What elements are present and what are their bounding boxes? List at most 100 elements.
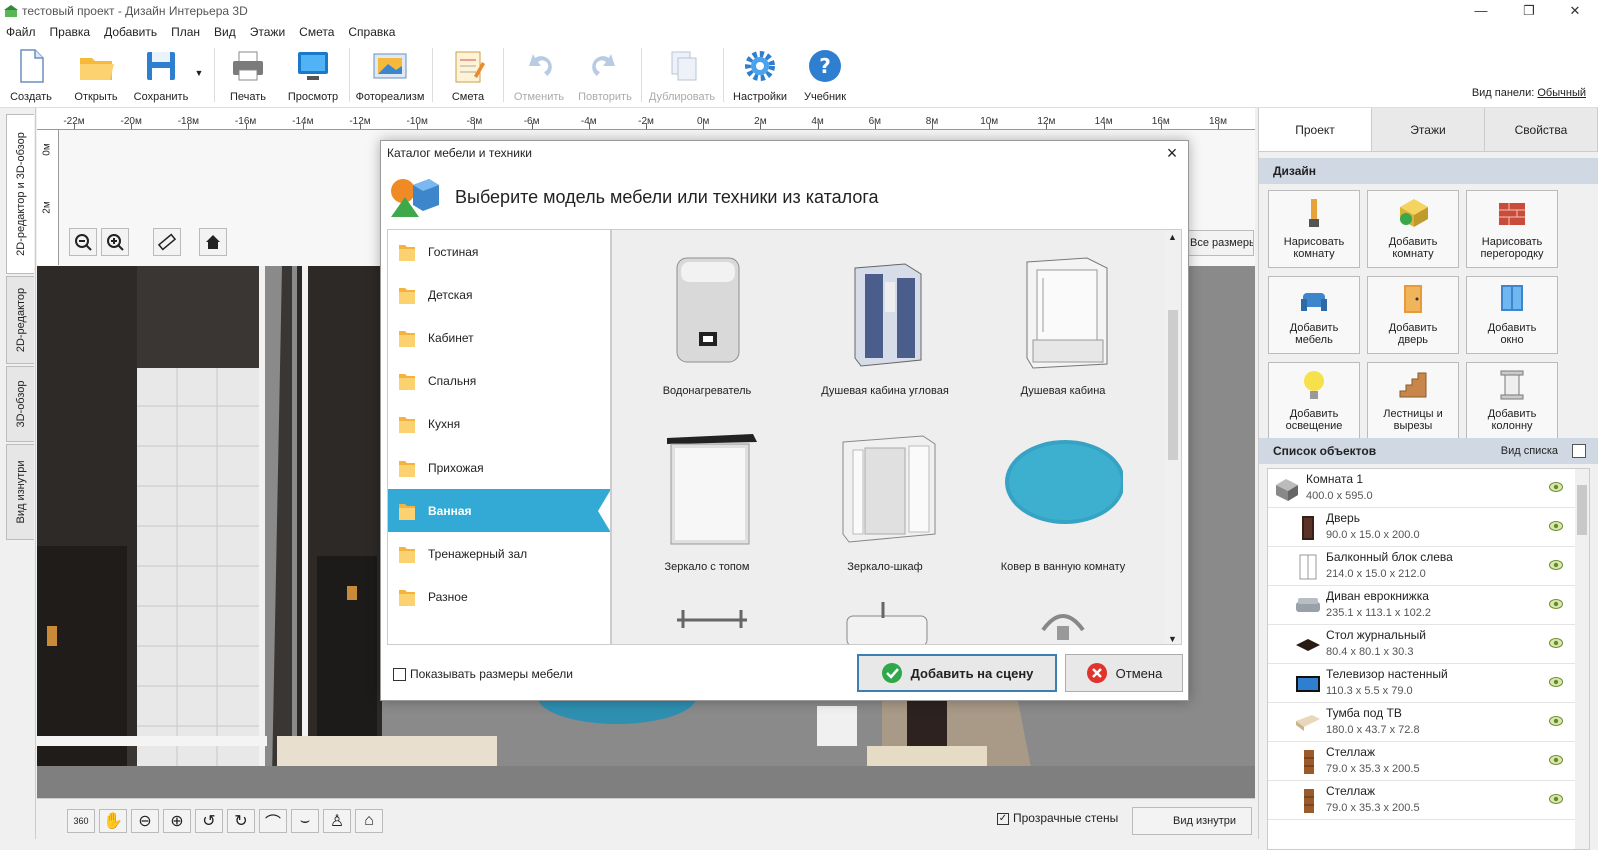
print-button[interactable]: Печать <box>222 46 274 104</box>
tab-2d-3d-editor[interactable]: 2D-редактор и 3D-обзор <box>6 114 34 274</box>
design-button-stairs[interactable]: Лестницы и вырезы <box>1367 362 1459 440</box>
objects-scrollbar[interactable] <box>1575 469 1589 849</box>
rotate-360-button[interactable]: 360 <box>67 809 95 833</box>
object-list-item[interactable]: Дверь 90.0 x 15.0 x 200.0 <box>1268 508 1589 547</box>
eye-icon[interactable] <box>1549 521 1563 531</box>
eye-icon[interactable] <box>1549 677 1563 687</box>
eye-icon[interactable] <box>1549 794 1563 804</box>
scrollbar-thumb[interactable] <box>1577 485 1587 535</box>
minimize-button[interactable]: — <box>1458 0 1504 22</box>
panel-view-link[interactable]: Обычный <box>1537 87 1586 99</box>
zoom-in-3d-button[interactable]: ⊕ <box>163 809 191 833</box>
design-button-window[interactable]: Добавить окно <box>1466 276 1558 354</box>
list-view-link[interactable]: Вид списка <box>1501 438 1558 464</box>
all-sizes-button[interactable]: Все размеры <box>1187 230 1254 256</box>
category-item[interactable]: Гостиная <box>388 230 610 273</box>
save-button[interactable]: Сохранить <box>130 46 192 104</box>
dialog-close-button[interactable]: × <box>1162 143 1182 163</box>
transparent-walls-checkbox[interactable]: ✓ Прозрачные стены <box>997 811 1118 825</box>
view-inside-button[interactable]: Вид изнутри <box>1132 807 1252 835</box>
eye-icon[interactable] <box>1549 638 1563 648</box>
catalog-item-bath-rug[interactable]: Ковер в ванную комнату <box>974 424 1152 600</box>
object-list-item[interactable]: Стеллаж 79.0 x 35.3 x 200.5 <box>1268 742 1589 781</box>
rotate-right-button[interactable]: ↻ <box>227 809 255 833</box>
tab-project[interactable]: Проект <box>1259 108 1372 151</box>
category-item[interactable]: Прихожая <box>388 446 610 489</box>
scrollbar-thumb[interactable] <box>1168 310 1178 460</box>
show-sizes-checkbox[interactable]: Показывать размеры мебели <box>393 667 573 681</box>
zoom-out-button[interactable] <box>69 228 97 256</box>
walk-person-button[interactable]: ♙ <box>323 809 351 833</box>
catalog-item-partial[interactable] <box>974 600 1152 644</box>
design-button-lightbulb[interactable]: Добавить освещение <box>1268 362 1360 440</box>
scroll-up-icon[interactable]: ▲ <box>1168 232 1177 242</box>
menu-view[interactable]: Вид <box>214 25 236 39</box>
settings-button[interactable]: Настройки <box>730 46 790 104</box>
tutorial-button[interactable]: ? Учебник <box>798 46 852 104</box>
catalog-item-mirror-top[interactable]: Зеркало с топом <box>618 424 796 600</box>
catalog-item-water-heater[interactable]: Водонагреватель <box>618 248 796 424</box>
design-button-door[interactable]: Добавить дверь <box>1367 276 1459 354</box>
object-list-item[interactable]: Стеллаж 79.0 x 35.3 x 200.5 <box>1268 781 1589 820</box>
maximize-button[interactable]: ❐ <box>1506 0 1552 22</box>
object-list-item[interactable]: Стол журнальный 80.4 x 80.1 x 30.3 <box>1268 625 1589 664</box>
menu-estimate[interactable]: Смета <box>299 25 334 39</box>
category-item[interactable]: Ванная <box>388 489 610 533</box>
cancel-button[interactable]: Отмена <box>1065 654 1183 692</box>
menu-add[interactable]: Добавить <box>104 25 157 39</box>
zoom-out-3d-button[interactable]: ⊖ <box>131 809 159 833</box>
design-button-brick-wall[interactable]: Нарисовать перегородку <box>1466 190 1558 268</box>
catalog-item-partial[interactable] <box>618 600 796 644</box>
object-list-item[interactable]: Комната 1 400.0 x 595.0 <box>1268 469 1589 508</box>
design-button-add-room[interactable]: Добавить комнату <box>1367 190 1459 268</box>
category-item[interactable]: Кабинет <box>388 316 610 359</box>
menu-floors[interactable]: Этажи <box>250 25 285 39</box>
pan-hand-button[interactable]: ✋ <box>99 809 127 833</box>
category-item[interactable]: Спальня <box>388 360 610 403</box>
catalog-item-shower-cabin[interactable]: Душевая кабина <box>974 248 1152 424</box>
rotate-left-button[interactable]: ↺ <box>195 809 223 833</box>
design-button-brush[interactable]: Нарисовать комнату <box>1268 190 1360 268</box>
menu-edit[interactable]: Правка <box>50 25 91 39</box>
open-button[interactable]: Открыть <box>68 46 124 104</box>
home-view-button[interactable] <box>199 228 227 256</box>
scroll-down-icon[interactable]: ▼ <box>1168 634 1177 644</box>
tab-properties[interactable]: Свойства <box>1485 108 1598 151</box>
objects-list[interactable]: Комната 1 400.0 x 595.0 Дверь 90.0 x 15.0 x… <box>1267 468 1590 850</box>
design-button-armchair[interactable]: Добавить мебель <box>1268 276 1360 354</box>
catalog-scrollbar[interactable]: ▲ ▼ <box>1165 230 1181 644</box>
category-item[interactable]: Разное <box>388 576 610 619</box>
catalog-item-partial[interactable] <box>796 600 974 644</box>
tilt-down-button[interactable]: ⌣ <box>291 809 319 833</box>
tilt-up-button[interactable]: ⌒ <box>259 809 287 833</box>
redo-button[interactable]: Повторить <box>574 46 636 104</box>
photorealism-button[interactable]: Фотореализм <box>355 46 425 104</box>
estimate-button[interactable]: Смета <box>442 46 494 104</box>
create-button[interactable]: Создать <box>6 46 56 104</box>
menu-help[interactable]: Справка <box>348 25 395 39</box>
catalog-item-mirror-cabinet[interactable]: Зеркало-шкаф <box>796 424 974 600</box>
eye-icon[interactable] <box>1549 482 1563 492</box>
home-3d-button[interactable]: ⌂ <box>355 809 383 833</box>
close-window-button[interactable]: ✕ <box>1552 0 1598 22</box>
eye-icon[interactable] <box>1549 755 1563 765</box>
object-list-item[interactable]: Телевизор настенный 110.3 x 5.5 x 79.0 <box>1268 664 1589 703</box>
zoom-in-button[interactable] <box>101 228 129 256</box>
duplicate-button[interactable]: Дублировать <box>646 46 718 104</box>
add-to-scene-button[interactable]: Добавить на сцену <box>857 654 1057 692</box>
tab-floors[interactable]: Этажи <box>1372 108 1485 151</box>
object-list-item[interactable]: Балконный блок слева 214.0 x 15.0 x 212.0 <box>1268 547 1589 586</box>
object-list-item[interactable]: Тумба под ТВ 180.0 x 43.7 x 72.8 <box>1268 703 1589 742</box>
design-button-column[interactable]: Добавить колонну <box>1466 362 1558 440</box>
category-item[interactable]: Тренажерный зал <box>388 532 610 575</box>
category-item[interactable]: Кухня <box>388 403 610 446</box>
undo-button[interactable]: Отменить <box>510 46 568 104</box>
category-item[interactable]: Детская <box>388 273 610 316</box>
catalog-item-corner-shower[interactable]: Душевая кабина угловая <box>796 248 974 424</box>
eye-icon[interactable] <box>1549 560 1563 570</box>
tab-view-inside[interactable]: Вид изнутри <box>6 444 34 540</box>
preview-button[interactable]: Просмотр <box>284 46 342 104</box>
menu-plan[interactable]: План <box>171 25 200 39</box>
menu-file[interactable]: Файл <box>6 25 36 39</box>
eye-icon[interactable] <box>1549 599 1563 609</box>
